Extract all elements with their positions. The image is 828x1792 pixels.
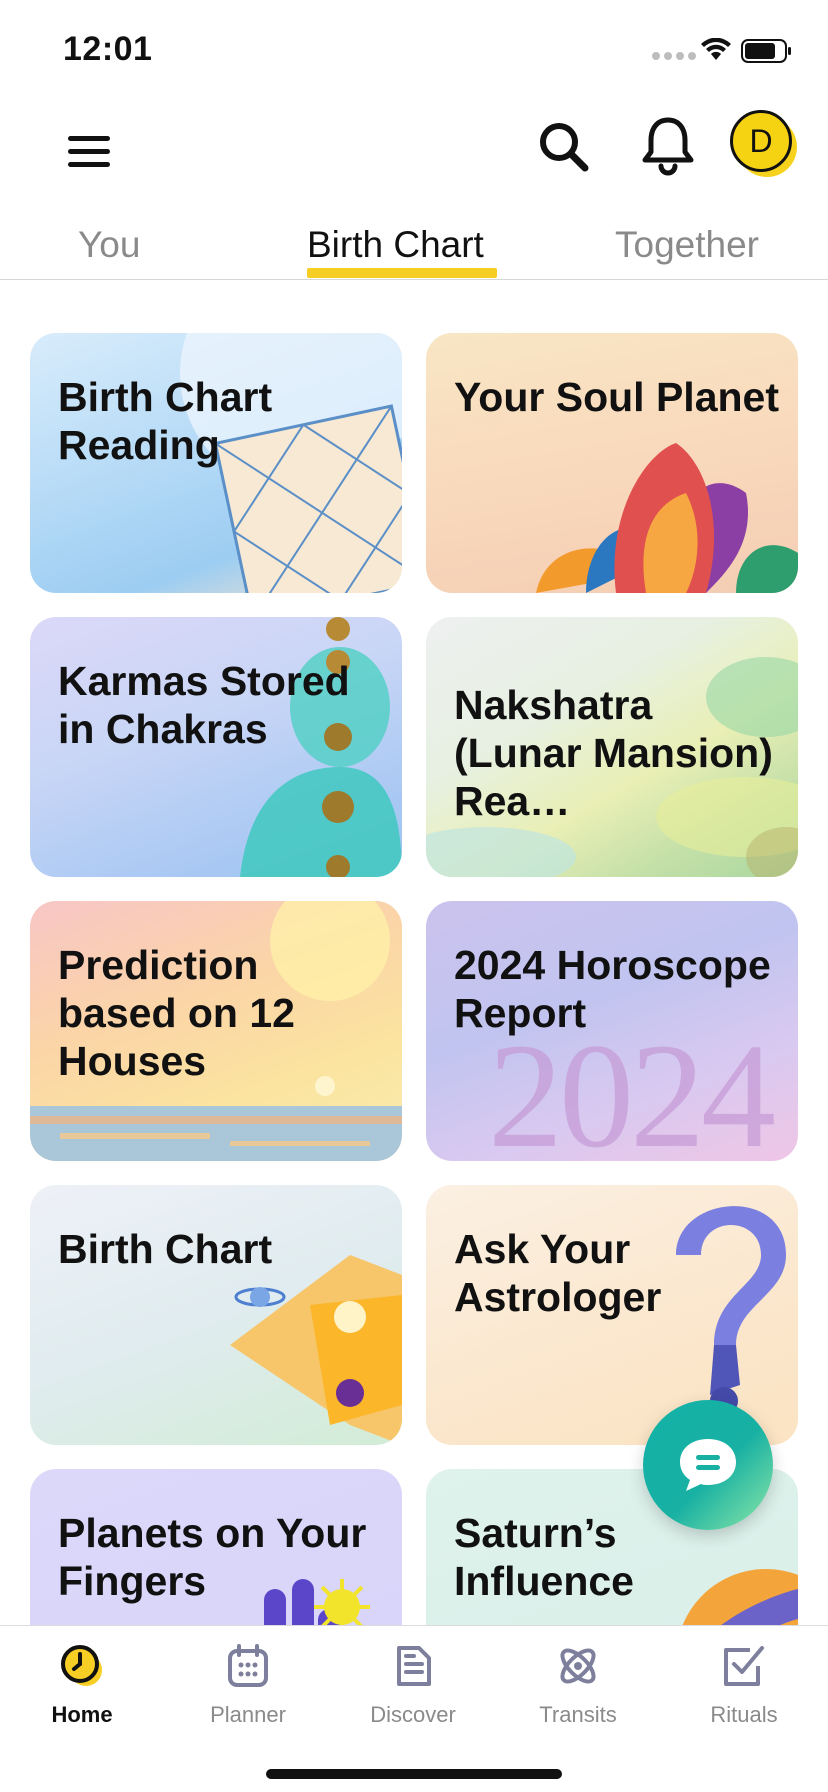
envelope-planets-illustration bbox=[230, 1255, 402, 1445]
card-karmas-chakras[interactable]: Karmas Stored in Chakras bbox=[30, 617, 402, 877]
card-birth-chart-reading[interactable]: Birth Chart Reading bbox=[30, 333, 402, 593]
status-time: 12:01 bbox=[63, 30, 153, 68]
active-tab-indicator bbox=[307, 268, 497, 278]
menu-icon[interactable] bbox=[60, 122, 118, 180]
year-watermark: 2024 bbox=[488, 1013, 776, 1161]
card-title: Ask Your Astrologer bbox=[454, 1226, 662, 1320]
nav-home[interactable]: Home bbox=[12, 1642, 152, 1728]
nav-label: Home bbox=[51, 1702, 113, 1727]
document-icon bbox=[397, 1646, 431, 1686]
nav-label: Planner bbox=[210, 1702, 286, 1727]
card-title: Planets on Your Fingers bbox=[58, 1510, 367, 1604]
card-2024-horoscope[interactable]: 2024 2024 Horoscope Report bbox=[426, 901, 798, 1161]
top-header: D bbox=[0, 96, 828, 216]
status-bar: 12:01 bbox=[0, 0, 828, 96]
nav-discover[interactable]: Discover bbox=[343, 1642, 483, 1728]
card-ask-your-astrologer[interactable]: Ask Your Astrologer bbox=[426, 1185, 798, 1445]
calendar-icon bbox=[228, 1644, 268, 1687]
search-icon[interactable] bbox=[533, 116, 595, 178]
nav-label: Transits bbox=[539, 1702, 617, 1727]
tab-birth-chart[interactable]: Birth Chart bbox=[307, 224, 484, 266]
nav-label: Rituals bbox=[710, 1702, 778, 1727]
tab-bar: You Birth Chart Together bbox=[0, 216, 828, 280]
card-title: Your Soul Planet bbox=[454, 374, 779, 420]
card-title: Birth Chart bbox=[58, 1226, 273, 1272]
card-title: Prediction based on 12 Houses bbox=[58, 942, 295, 1084]
tab-you[interactable]: You bbox=[78, 224, 140, 266]
avatar-initial: D bbox=[749, 122, 773, 159]
card-nakshatra[interactable]: Nakshatra (Lunar Mansion) Rea… bbox=[426, 617, 798, 877]
card-title: Karmas Stored in Chakras bbox=[58, 658, 350, 752]
card-title: 2024 Horoscope Report bbox=[454, 942, 771, 1036]
nav-transits[interactable]: Transits bbox=[508, 1642, 648, 1728]
nav-planner[interactable]: Planner bbox=[178, 1642, 318, 1728]
battery-icon bbox=[741, 39, 791, 63]
wifi-icon bbox=[701, 38, 731, 60]
signal-icon bbox=[652, 52, 696, 60]
card-birth-chart[interactable]: Birth Chart bbox=[30, 1185, 402, 1445]
bottom-nav: Home Planner Discover Transits Rituals bbox=[0, 1625, 828, 1792]
atom-icon bbox=[560, 1648, 596, 1684]
tab-together[interactable]: Together bbox=[615, 224, 759, 266]
chat-bubble-icon bbox=[680, 1439, 736, 1491]
chat-button[interactable] bbox=[643, 1400, 773, 1530]
card-title: Nakshatra (Lunar Mansion) Rea… bbox=[454, 682, 773, 824]
nav-label: Discover bbox=[370, 1702, 456, 1727]
lotus-illustration bbox=[536, 443, 798, 593]
card-your-soul-planet[interactable]: Your Soul Planet bbox=[426, 333, 798, 593]
checkbox-icon bbox=[724, 1646, 764, 1686]
card-title: Birth Chart Reading bbox=[58, 374, 273, 468]
home-indicator bbox=[266, 1769, 562, 1779]
card-prediction-12-houses[interactable]: Prediction based on 12 Houses bbox=[30, 901, 402, 1161]
nav-rituals[interactable]: Rituals bbox=[674, 1642, 814, 1728]
avatar[interactable]: D bbox=[730, 110, 792, 172]
bell-icon[interactable] bbox=[638, 112, 698, 178]
home-clock-icon bbox=[61, 1645, 102, 1686]
